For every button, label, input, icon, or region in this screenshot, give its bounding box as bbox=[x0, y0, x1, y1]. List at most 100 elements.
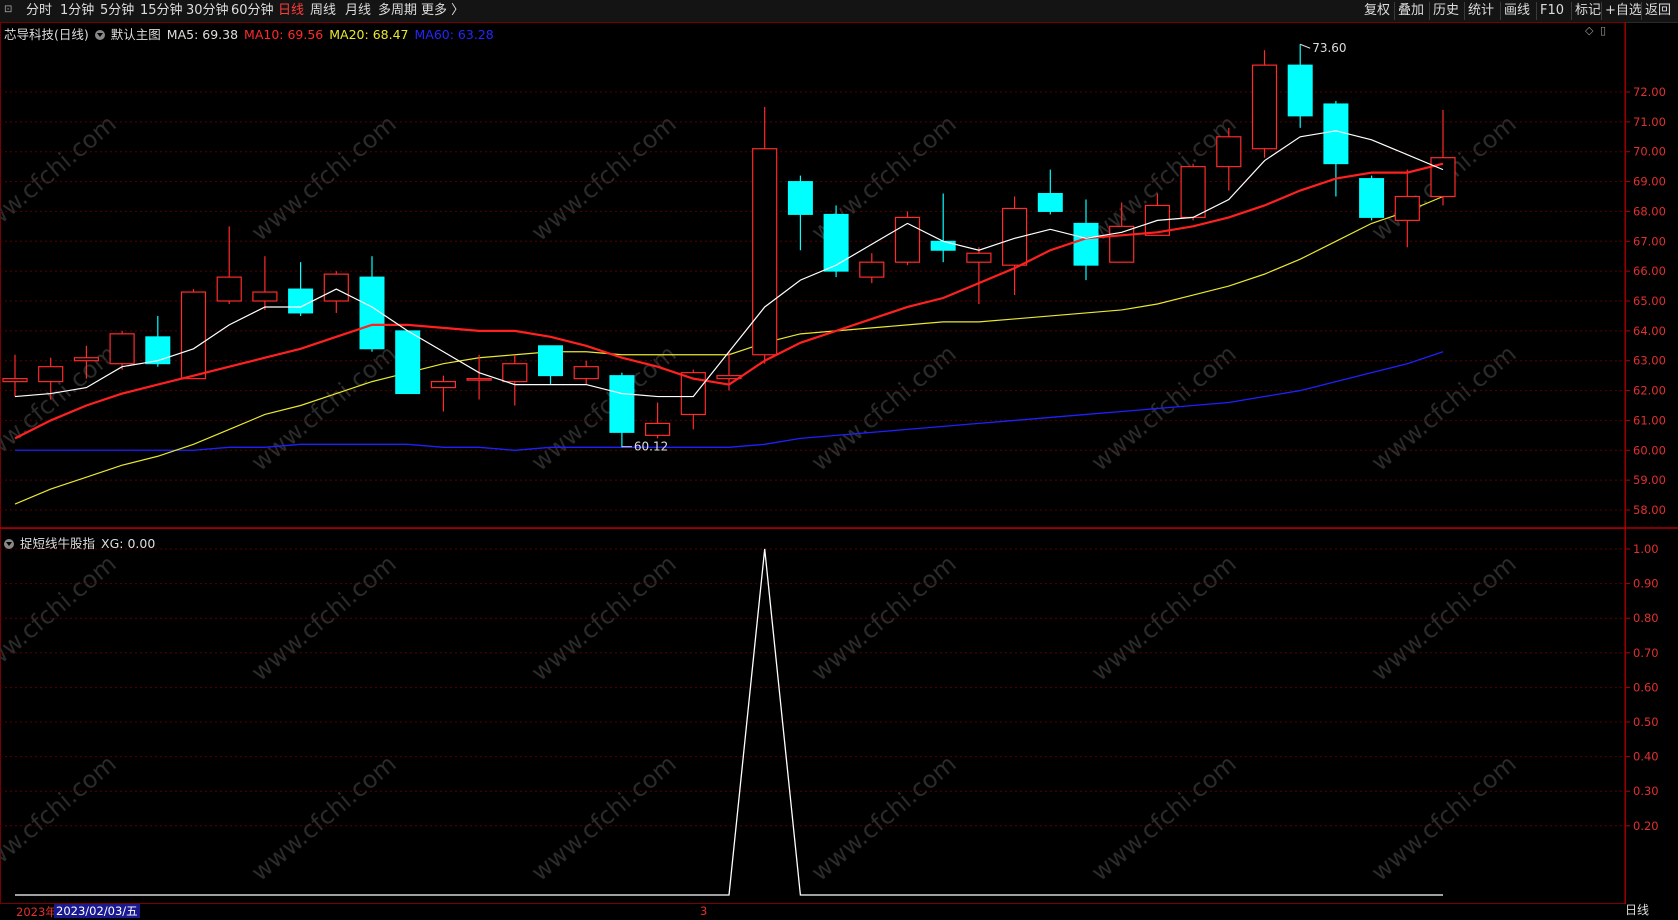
toolbar-separator bbox=[1429, 2, 1430, 20]
candle-up bbox=[1180, 166, 1206, 218]
tool-button-4[interactable]: 画线 bbox=[1504, 2, 1530, 20]
candle-up bbox=[1394, 195, 1420, 221]
period-label[interactable]: 日线 bbox=[1625, 903, 1678, 918]
price-axis-label: 63.00 bbox=[1633, 354, 1666, 368]
candle-up bbox=[752, 148, 778, 356]
candle-down bbox=[1323, 103, 1349, 165]
candle-down bbox=[823, 213, 849, 272]
tool-button-5[interactable]: F10 bbox=[1540, 2, 1564, 20]
toolbar-separator bbox=[1464, 2, 1465, 20]
cursor-date: 2023/02/03/五 bbox=[54, 904, 140, 918]
watermark-text: www.cfchi.com bbox=[1086, 549, 1242, 686]
tool-button-0[interactable]: 复权 bbox=[1364, 2, 1390, 20]
tab-9[interactable]: 多周期 bbox=[378, 2, 417, 20]
candle-down bbox=[1287, 64, 1313, 117]
tab-5[interactable]: 60分钟 bbox=[231, 2, 274, 20]
candle-down bbox=[787, 181, 813, 215]
candle-down bbox=[395, 330, 421, 395]
watermark-text: www.cfchi.com bbox=[1366, 339, 1522, 476]
watermark-text: www.cfchi.com bbox=[246, 749, 402, 886]
price-axis-label: 64.00 bbox=[1633, 324, 1666, 338]
watermark-text: www.cfchi.com bbox=[806, 549, 962, 686]
price-axis-label: 72.00 bbox=[1633, 85, 1666, 99]
candle-up bbox=[323, 273, 349, 302]
tab-10[interactable]: 更多 〉 bbox=[421, 2, 464, 20]
watermark-text: www.cfchi.com bbox=[0, 339, 122, 476]
xg-line bbox=[15, 548, 1443, 896]
period-toolbar: ⊡ 分时 1分钟 5分钟 15分钟 30分钟 60分钟 日线 周线 月线 多周期 更多 〉 复权 叠加… bbox=[0, 0, 1678, 23]
price-axis-label: 66.00 bbox=[1633, 264, 1666, 278]
candle-down bbox=[538, 345, 563, 377]
tab-7[interactable]: 周线 bbox=[310, 2, 336, 20]
candle-up bbox=[2, 378, 28, 383]
price-axis-label: 71.00 bbox=[1633, 115, 1666, 129]
price-axis-label: 67.00 bbox=[1633, 234, 1666, 248]
price-axis-label: 60.00 bbox=[1633, 443, 1666, 457]
toolbar-separator bbox=[1500, 2, 1501, 20]
price-axis-label: 61.00 bbox=[1633, 413, 1666, 427]
watermark-text: www.cfchi.com bbox=[246, 339, 402, 476]
candle-up bbox=[180, 291, 207, 380]
watermark-text: www.cfchi.com bbox=[1086, 749, 1242, 886]
price-axis-label: 59.00 bbox=[1633, 473, 1666, 487]
high-annotation: 73.60 bbox=[1312, 41, 1346, 55]
candle-up bbox=[252, 291, 278, 302]
tab-4[interactable]: 30分钟 bbox=[186, 2, 229, 20]
kline-chart[interactable]: www.cfchi.com www.cfchi.com www.cfchi.com w… bbox=[0, 22, 1678, 904]
candle-up bbox=[109, 333, 135, 365]
tool-button-2[interactable]: 历史 bbox=[1433, 2, 1459, 20]
tab-1[interactable]: 1分钟 bbox=[60, 2, 94, 20]
low-annotation: 60.12 bbox=[634, 440, 668, 454]
sub-axis-label: 1.00 bbox=[1633, 542, 1659, 556]
toolbar-separator bbox=[1571, 2, 1572, 20]
watermark-text: www.cfchi.com bbox=[246, 549, 402, 686]
candle-up bbox=[38, 366, 64, 383]
high-marker-line bbox=[1300, 43, 1311, 49]
tab-3[interactable]: 15分钟 bbox=[140, 2, 183, 20]
sub-frame bbox=[0, 528, 1626, 904]
candle-down bbox=[609, 375, 635, 433]
candle-down bbox=[145, 336, 171, 365]
candle-up bbox=[73, 357, 100, 362]
candle-down bbox=[1359, 178, 1385, 218]
sub-axis-label: 0.70 bbox=[1633, 646, 1659, 660]
watermark-text: www.cfchi.com bbox=[246, 109, 402, 246]
candle-down bbox=[288, 288, 314, 314]
tool-button-8[interactable]: 返回 bbox=[1645, 2, 1671, 20]
tab-2[interactable]: 5分钟 bbox=[100, 2, 134, 20]
toolbar-separator bbox=[1394, 2, 1395, 20]
watermark-text: www.cfchi.com bbox=[1366, 549, 1522, 686]
toolbar-separator bbox=[1641, 2, 1642, 20]
candle-up bbox=[1430, 157, 1456, 198]
candle-up bbox=[216, 276, 242, 302]
candle-up bbox=[644, 422, 671, 436]
watermark-text: www.cfchi.com bbox=[526, 109, 682, 246]
tool-button-1[interactable]: 叠加 bbox=[1398, 2, 1424, 20]
candle-down bbox=[1037, 193, 1063, 212]
candle-up bbox=[966, 252, 992, 263]
candle-up bbox=[502, 363, 528, 383]
candle-up bbox=[430, 381, 456, 389]
price-axis-label: 65.00 bbox=[1633, 294, 1666, 308]
price-axis-label: 68.00 bbox=[1633, 204, 1666, 218]
tool-button-3[interactable]: 统计 bbox=[1468, 2, 1494, 20]
sub-axis-label: 0.20 bbox=[1633, 819, 1659, 833]
watermark-text: www.cfchi.com bbox=[526, 749, 682, 886]
candle-up bbox=[1216, 136, 1242, 168]
watermark-text: www.cfchi.com bbox=[0, 749, 122, 886]
candle-down bbox=[1073, 222, 1099, 266]
tool-button-6[interactable]: 标记 bbox=[1575, 2, 1601, 20]
candle-up bbox=[859, 261, 885, 278]
candle-up bbox=[894, 216, 921, 263]
watermark-text: www.cfchi.com bbox=[0, 109, 122, 246]
sub-axis-label: 0.60 bbox=[1633, 680, 1659, 694]
sub-axis-label: 0.30 bbox=[1633, 784, 1659, 798]
tab-0[interactable]: 分时 bbox=[26, 2, 52, 20]
tool-button-7[interactable]: +自选 bbox=[1605, 2, 1642, 20]
sub-axis-label: 0.50 bbox=[1633, 715, 1659, 729]
watermark-text: www.cfchi.com bbox=[1366, 749, 1522, 886]
menu-icon[interactable]: ⊡ bbox=[4, 4, 14, 16]
tab-6[interactable]: 日线 bbox=[278, 2, 304, 20]
tab-8[interactable]: 月线 bbox=[345, 2, 371, 20]
sub-axis-label: 0.40 bbox=[1633, 750, 1659, 764]
